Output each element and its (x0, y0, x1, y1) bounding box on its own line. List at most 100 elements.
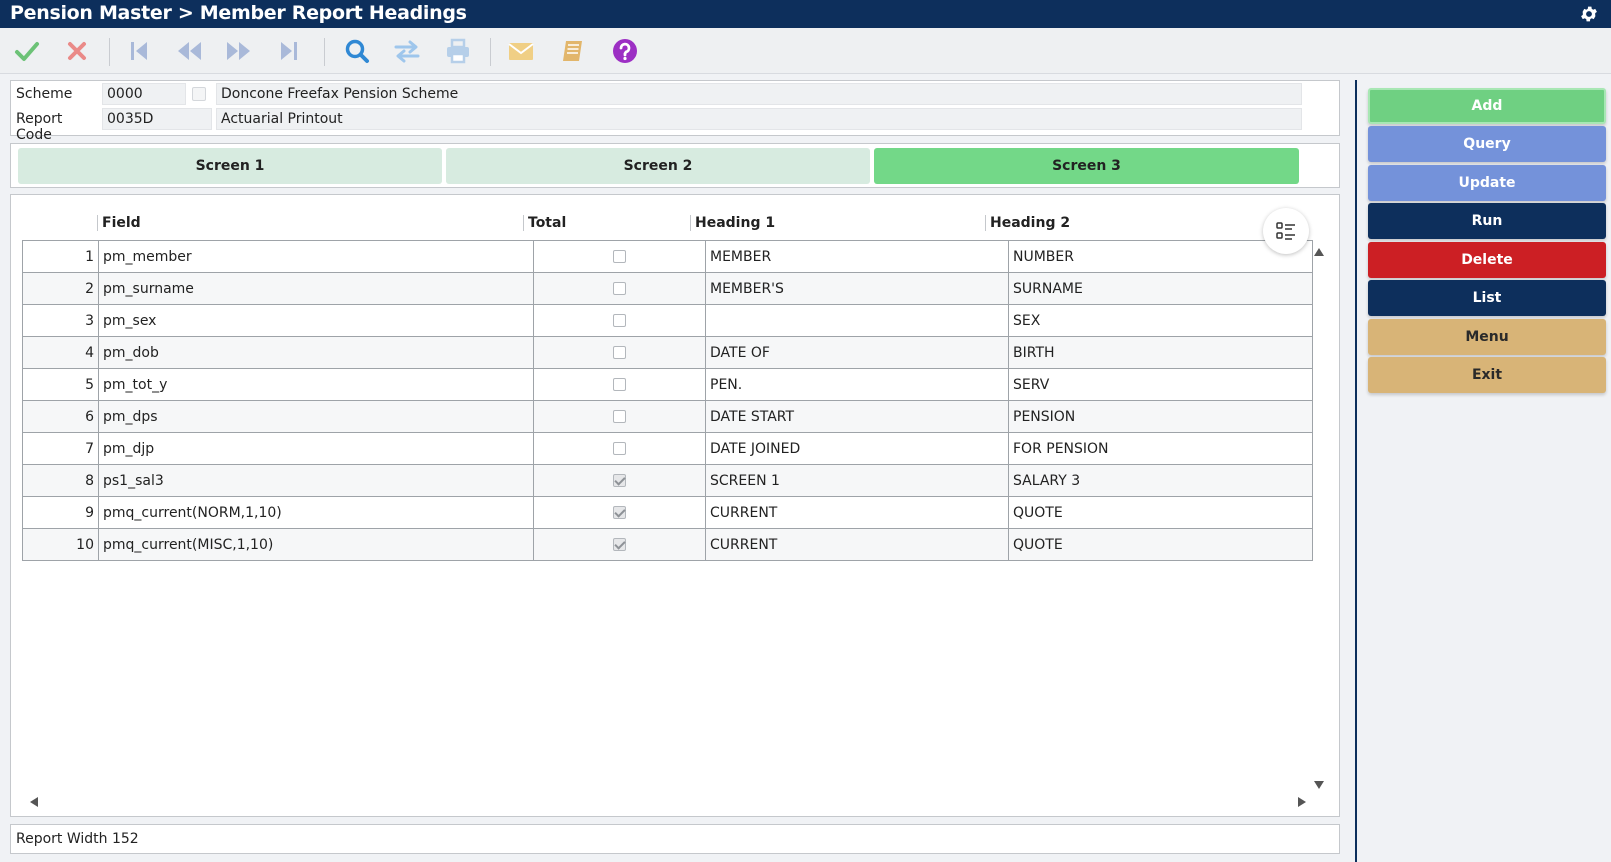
heading1-cell[interactable]: SCREEN 1 (705, 464, 1009, 497)
heading1-cell[interactable]: MEMBER'S (705, 272, 1009, 305)
heading2-cell[interactable]: SALARY 3 (1008, 464, 1313, 497)
gear-icon[interactable] (1579, 4, 1599, 24)
table-row[interactable]: 4 pm_dob DATE OF BIRTH (22, 336, 1313, 369)
total-checkbox[interactable] (613, 506, 626, 519)
heading2-cell[interactable]: FOR PENSION (1008, 432, 1313, 465)
total-checkbox[interactable] (613, 314, 626, 327)
field-cell[interactable]: ps1_sal3 (98, 464, 534, 497)
field-cell[interactable]: pmq_current(NORM,1,10) (98, 496, 534, 529)
search-icon[interactable] (342, 37, 372, 65)
total-cell[interactable] (533, 272, 706, 305)
field-cell[interactable]: pm_tot_y (98, 368, 534, 401)
vertical-scrollbar[interactable] (1312, 240, 1326, 795)
field-cell[interactable]: pm_dps (98, 400, 534, 433)
heading2-cell[interactable]: PENSION (1008, 400, 1313, 433)
notebook-icon[interactable] (558, 37, 588, 65)
next-record-icon[interactable] (224, 37, 254, 65)
total-checkbox[interactable] (613, 250, 626, 263)
field-cell[interactable]: pm_sex (98, 304, 534, 337)
table-row[interactable]: 7 pm_djp DATE JOINED FOR PENSION (22, 432, 1313, 465)
heading1-cell[interactable]: DATE START (705, 400, 1009, 433)
total-checkbox[interactable] (613, 442, 626, 455)
check-icon[interactable] (12, 37, 42, 65)
last-record-icon[interactable] (274, 37, 304, 65)
column-chooser-button[interactable] (1263, 208, 1309, 254)
table-row[interactable]: 6 pm_dps DATE START PENSION (22, 400, 1313, 433)
scroll-right-icon[interactable] (1298, 797, 1306, 807)
scheme-header: Scheme 0000 Doncone Freefax Pension Sche… (10, 80, 1340, 143)
add-button[interactable]: Add (1368, 88, 1606, 124)
exit-button[interactable]: Exit (1368, 357, 1606, 393)
heading2-cell[interactable]: QUOTE (1008, 496, 1313, 529)
total-cell[interactable] (533, 432, 706, 465)
total-checkbox[interactable] (613, 474, 626, 487)
column-header-total[interactable]: Total (523, 215, 566, 231)
field-cell[interactable]: pm_member (98, 240, 534, 273)
previous-record-icon[interactable] (174, 37, 204, 65)
tab-screen-3[interactable]: Screen 3 (874, 148, 1299, 184)
cancel-icon[interactable] (62, 37, 92, 65)
table-row[interactable]: 8 ps1_sal3 SCREEN 1 SALARY 3 (22, 464, 1313, 497)
heading1-cell[interactable]: MEMBER (705, 240, 1009, 273)
heading2-cell[interactable]: QUOTE (1008, 528, 1313, 561)
first-record-icon[interactable] (124, 37, 154, 65)
heading1-cell[interactable]: CURRENT (705, 496, 1009, 529)
lookup-icon[interactable] (192, 87, 206, 101)
total-cell[interactable] (533, 496, 706, 529)
scroll-down-icon[interactable] (1314, 781, 1324, 789)
total-cell[interactable] (533, 336, 706, 369)
heading1-cell[interactable]: CURRENT (705, 528, 1009, 561)
query-button[interactable]: Query (1368, 126, 1606, 162)
update-button[interactable]: Update (1368, 165, 1606, 201)
scroll-up-icon[interactable] (1314, 248, 1324, 256)
table-row[interactable]: 3 pm_sex SEX (22, 304, 1313, 337)
column-header-heading2[interactable]: Heading 2 (985, 215, 1070, 231)
report-code-field[interactable]: 0035D (102, 108, 212, 130)
heading2-cell[interactable]: SURNAME (1008, 272, 1313, 305)
total-cell[interactable] (533, 464, 706, 497)
delete-button[interactable]: Delete (1368, 242, 1606, 278)
total-cell[interactable] (533, 400, 706, 433)
row-number: 9 (22, 496, 99, 529)
scheme-code-field[interactable]: 0000 (102, 83, 186, 105)
email-icon[interactable] (506, 37, 536, 65)
field-cell[interactable]: pmq_current(MISC,1,10) (98, 528, 534, 561)
table-row[interactable]: 1 pm_member MEMBER NUMBER (22, 240, 1313, 273)
field-cell[interactable]: pm_surname (98, 272, 534, 305)
table-row[interactable]: 2 pm_surname MEMBER'S SURNAME (22, 272, 1313, 305)
total-cell[interactable] (533, 528, 706, 561)
heading1-cell[interactable]: PEN. (705, 368, 1009, 401)
heading2-cell[interactable]: NUMBER (1008, 240, 1313, 273)
horizontal-scrollbar[interactable] (22, 795, 1312, 809)
heading1-cell[interactable] (705, 304, 1009, 337)
tab-screen-2[interactable]: Screen 2 (446, 148, 870, 184)
tab-screen-1[interactable]: Screen 1 (18, 148, 442, 184)
list-button[interactable]: List (1368, 280, 1606, 316)
print-icon[interactable] (443, 37, 473, 65)
menu-button[interactable]: Menu (1368, 319, 1606, 355)
heading2-cell[interactable]: SERV (1008, 368, 1313, 401)
heading1-cell[interactable]: DATE OF (705, 336, 1009, 369)
heading1-cell[interactable]: DATE JOINED (705, 432, 1009, 465)
heading2-cell[interactable]: SEX (1008, 304, 1313, 337)
total-checkbox[interactable] (613, 538, 626, 551)
field-cell[interactable]: pm_djp (98, 432, 534, 465)
table-row[interactable]: 10 pmq_current(MISC,1,10) CURRENT QUOTE (22, 528, 1313, 561)
total-checkbox[interactable] (613, 378, 626, 391)
table-row[interactable]: 5 pm_tot_y PEN. SERV (22, 368, 1313, 401)
total-cell[interactable] (533, 240, 706, 273)
column-header-heading1[interactable]: Heading 1 (690, 215, 775, 231)
swap-icon[interactable] (392, 37, 422, 65)
total-cell[interactable] (533, 368, 706, 401)
total-checkbox[interactable] (613, 346, 626, 359)
scroll-left-icon[interactable] (30, 797, 38, 807)
run-button[interactable]: Run (1368, 203, 1606, 239)
field-cell[interactable]: pm_dob (98, 336, 534, 369)
heading2-cell[interactable]: BIRTH (1008, 336, 1313, 369)
table-row[interactable]: 9 pmq_current(NORM,1,10) CURRENT QUOTE (22, 496, 1313, 529)
total-checkbox[interactable] (613, 282, 626, 295)
column-header-field[interactable]: Field (97, 215, 141, 231)
help-icon[interactable] (610, 37, 640, 65)
total-checkbox[interactable] (613, 410, 626, 423)
total-cell[interactable] (533, 304, 706, 337)
